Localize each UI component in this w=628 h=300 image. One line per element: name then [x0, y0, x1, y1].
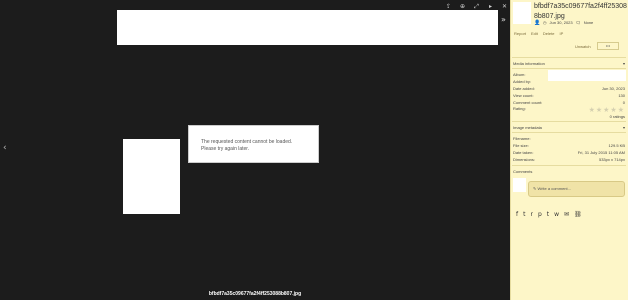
divider [512, 57, 626, 58]
share-icon[interactable]: ⇪ [445, 3, 452, 10]
media-info-heading[interactable]: Media information ▾ [513, 61, 625, 66]
clock-icon: ◷ [543, 20, 547, 25]
previous-arrow-icon[interactable]: ‹ [3, 143, 7, 153]
added-by-row: Added by: [513, 79, 625, 84]
whatsapp-icon[interactable]: w [554, 211, 559, 218]
unwatch-button[interactable]: Unwatch [575, 44, 591, 49]
pencil-icon: ✎ [533, 186, 537, 191]
lightbox-viewer: ⇪ ⊕ ⤢ ▸ ✕ ‹ The requested content cannot… [0, 0, 510, 300]
viewer-toolbar: ⇪ ⊕ ⤢ ▸ ✕ [445, 2, 508, 10]
image-placeholder [123, 139, 180, 214]
image-caption: bfbdf7a35c09677fa2f4ff253088b807.jpg [208, 291, 302, 297]
added-by-label: Added by: [513, 79, 532, 84]
user-icon[interactable]: 👤 [534, 20, 540, 26]
close-icon[interactable]: ✕ [501, 3, 508, 10]
pinterest-icon[interactable]: p [538, 211, 542, 218]
album-label: Album: [513, 72, 526, 77]
error-message-text: The requested content cannot be loaded. … [201, 139, 293, 152]
comment-count-row: Comment count: 0 [513, 100, 625, 105]
chevron-down-icon: ▾ [622, 125, 625, 130]
facebook-icon[interactable]: f [516, 211, 518, 218]
media-title: bfbdf7a35c09677fa2f4ff253088b807.jpg [534, 3, 627, 20]
dimensions-label: Dimensions: [513, 157, 536, 162]
reddit-icon[interactable]: r [530, 211, 532, 218]
ratings-count: 0 ratings [609, 114, 625, 119]
link-icon[interactable]: ⛓ [574, 211, 582, 218]
edit-link[interactable]: Edit [531, 31, 538, 36]
collapse-sidebar-icon[interactable]: » [501, 15, 506, 24]
rating-stars[interactable]: ★★★★★ [589, 106, 625, 114]
ratings-count-row: 0 ratings [513, 114, 625, 119]
avatar [513, 178, 526, 192]
date-taken-row: Date taken: Fri, 31 July 2015 11:05 AM [513, 150, 625, 155]
media-thumbnail[interactable] [513, 2, 531, 24]
tumblr-icon[interactable]: t [547, 211, 549, 218]
comments-icon: 🗨 [575, 20, 581, 25]
more-options-button[interactable]: ••• [597, 42, 619, 50]
comment-placeholder: Write a comment... [537, 186, 571, 191]
dimensions-value: 533px x 714px [598, 157, 625, 162]
view-count-value: 130 [618, 93, 625, 98]
media-actions: Report Edit Delete IP [514, 31, 563, 36]
media-meta-row: ◷ Jun 30, 2023 🗨 None [543, 20, 593, 25]
filename-row: Filename: [513, 136, 625, 141]
comment-input[interactable]: ✎ Write a comment... [528, 181, 625, 197]
file-size-value: 129.5 KB [608, 143, 625, 148]
divider [512, 121, 626, 122]
image-metadata-heading-text: Image metadata [513, 125, 542, 130]
file-size-label: File size: [513, 143, 529, 148]
divider [512, 132, 626, 133]
divider [512, 165, 626, 166]
twitter-icon[interactable]: t [523, 211, 525, 218]
view-count-row: View count: 130 [513, 93, 625, 98]
delete-link[interactable]: Delete [543, 31, 555, 36]
email-icon[interactable]: ✉ [564, 211, 569, 218]
media-comments-count: None [583, 20, 594, 25]
comment-count-value: 0 [622, 100, 625, 105]
date-added-row: Date added: Jun 30, 2023 [513, 86, 625, 91]
date-taken-value: Fri, 31 July 2015 11:05 AM [577, 150, 625, 155]
file-size-row: File size: 129.5 KB [513, 143, 625, 148]
media-info-heading-text: Media information [513, 61, 545, 66]
divider [512, 68, 626, 69]
dimensions-row: Dimensions: 533px x 714px [513, 157, 625, 162]
image-metadata-heading[interactable]: Image metadata ▾ [513, 125, 625, 130]
rating-label: Rating: [513, 106, 526, 111]
chevron-down-icon: ▾ [622, 61, 625, 66]
rating-row: Rating: ★★★★★ [513, 106, 625, 114]
fullscreen-icon[interactable]: ⤢ [473, 3, 480, 10]
media-date: Jun 30, 2023 [549, 20, 573, 25]
report-link[interactable]: Report [514, 31, 526, 36]
date-added-label: Date added: [513, 86, 535, 91]
filename-label: Filename: [513, 136, 531, 141]
comments-heading-text: Comments [513, 169, 533, 174]
error-message-box: The requested content cannot be loaded. … [188, 125, 319, 163]
slideshow-icon[interactable]: ▸ [487, 3, 494, 10]
top-banner-placeholder [117, 10, 498, 45]
date-added-value: Jun 30, 2023 [601, 86, 625, 91]
date-taken-label: Date taken: [513, 150, 534, 155]
comment-count-label: Comment count: [513, 100, 543, 105]
comments-heading: Comments [513, 169, 625, 174]
view-count-label: View count: [513, 93, 534, 98]
ip-link[interactable]: IP [559, 31, 563, 36]
share-bar: f t r p t w ✉ ⛓ [516, 211, 582, 218]
zoom-in-icon[interactable]: ⊕ [459, 3, 466, 10]
